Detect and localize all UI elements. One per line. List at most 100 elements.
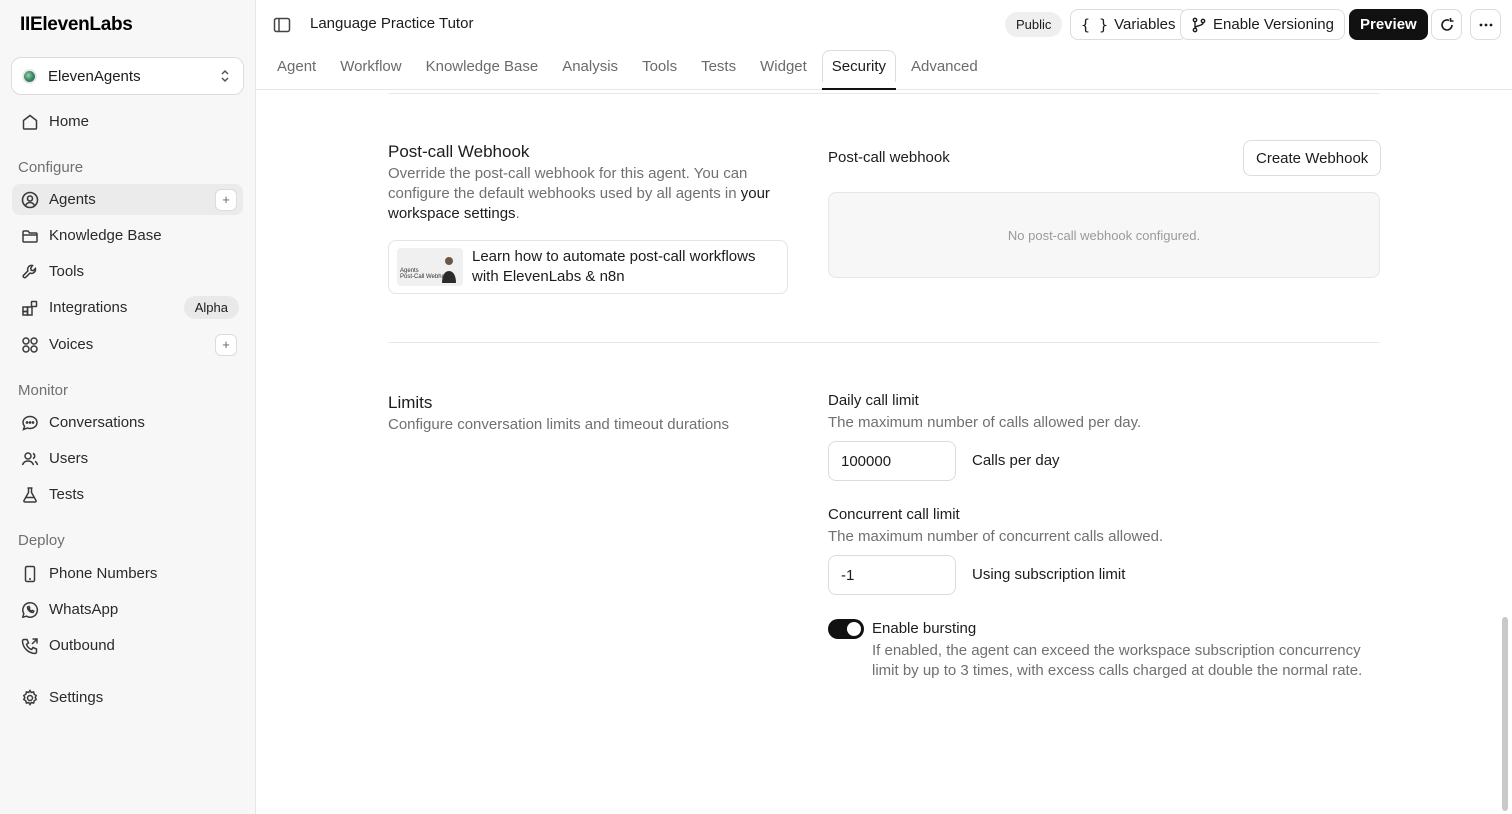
tab-tools[interactable]: Tools <box>633 50 686 82</box>
workspace-avatar <box>22 68 37 84</box>
versioning-label: Enable Versioning <box>1213 16 1334 33</box>
tab-agent[interactable]: Agent <box>268 50 325 82</box>
sidebar-item-whatsapp[interactable]: WhatsApp <box>12 594 243 625</box>
empty-state-text: No post-call webhook configured. <box>1007 227 1201 243</box>
preview-button[interactable]: Preview <box>1349 9 1428 40</box>
toggle-knob <box>847 622 861 636</box>
top-header: Language Practice Tutor Public { } Varia… <box>256 0 1512 90</box>
braces-icon: { } <box>1081 15 1109 34</box>
sidebar-item-label: Knowledge Base <box>49 227 162 244</box>
sidebar-item-agents[interactable]: Agents + <box>12 184 243 215</box>
sidebar-item-integrations[interactable]: Integrations Alpha <box>12 292 243 323</box>
sidebar-item-label: WhatsApp <box>49 601 119 618</box>
section-configure: Configure <box>18 159 84 176</box>
elevenlabs-logo[interactable]: IIElevenLabs <box>20 14 133 36</box>
webhook-section-description: Override the post-call webhook for this … <box>388 164 788 224</box>
sidebar-item-label: Home <box>49 113 90 130</box>
variables-button[interactable]: { } Variables <box>1070 9 1187 40</box>
preview-label: Preview <box>1360 16 1417 33</box>
learn-webhooks-card[interactable]: Agents Post-Call Webhooks Learn how to a… <box>388 240 788 294</box>
chat-bubble-icon <box>22 415 38 431</box>
webhook-desc-text: Override the post-call webhook for this … <box>388 165 748 202</box>
more-options-button[interactable] <box>1470 9 1501 40</box>
sidebar-item-label: Voices <box>49 336 94 353</box>
sidebar-item-settings[interactable]: Settings <box>12 682 243 713</box>
sidebar-toggle-icon[interactable] <box>272 15 292 35</box>
refresh-button[interactable] <box>1431 9 1462 40</box>
sidebar-item-home[interactable]: Home <box>12 106 243 137</box>
more-horizontal-icon <box>1479 23 1492 26</box>
workspace-name: ElevenAgents <box>48 67 141 85</box>
sidebar-item-tools[interactable]: Tools <box>12 256 243 287</box>
users-icon <box>21 451 39 465</box>
workspace-switcher[interactable]: ElevenAgents <box>11 57 244 95</box>
section-divider <box>388 90 1380 94</box>
sidebar-item-phone-numbers[interactable]: Phone Numbers <box>12 558 243 589</box>
blocks-icon <box>22 300 38 316</box>
chat-refresh-icon <box>1440 17 1453 31</box>
enable-versioning-button[interactable]: Enable Versioning <box>1180 9 1345 40</box>
limits-section-description: Configure conversation limits and timeou… <box>388 416 730 433</box>
tab-analysis[interactable]: Analysis <box>553 50 627 82</box>
webhook-desc-end: . <box>515 205 520 222</box>
sidebar-item-users[interactable]: Users <box>12 443 243 474</box>
voices-grid-icon <box>22 336 38 353</box>
video-thumbnail: Agents Post-Call Webhooks <box>397 248 463 286</box>
sidebar-item-label: Outbound <box>49 637 115 654</box>
tab-widget[interactable]: Widget <box>751 50 816 82</box>
concurrent-call-limit-help: The maximum number of concurrent calls a… <box>828 528 1164 545</box>
alpha-badge: Alpha <box>183 296 239 319</box>
sidebar-item-conversations[interactable]: Conversations <box>12 407 243 438</box>
learn-card-text: Learn how to automate post-call workflow… <box>472 248 756 285</box>
enable-bursting-help: If enabled, the agent can exceed the wor… <box>872 642 1363 679</box>
add-agent-button[interactable]: + <box>215 188 237 211</box>
phone-outgoing-icon <box>21 637 38 654</box>
sidebar-item-label: Conversations <box>49 414 145 431</box>
sidebar-item-label: Integrations <box>49 299 128 316</box>
sidebar-item-label: Tools <box>49 263 85 280</box>
concurrent-call-limit-label: Concurrent call limit <box>828 506 960 523</box>
tab-tests[interactable]: Tests <box>692 50 745 82</box>
tab-security[interactable]: Security <box>821 50 897 90</box>
sidebar-item-label: Tests <box>49 486 85 503</box>
daily-call-limit-label: Daily call limit <box>828 392 919 409</box>
user-circle-icon <box>21 191 39 208</box>
concurrent-call-limit-input[interactable]: -1 <box>828 555 956 595</box>
sidebar: IIElevenLabs ElevenAgents Home Configure… <box>0 0 256 814</box>
post-call-webhook-label: Post-call webhook <box>828 149 950 166</box>
scrollbar-thumb[interactable] <box>1502 617 1508 811</box>
sidebar-item-label: Agents <box>49 191 96 208</box>
section-divider <box>388 342 1380 343</box>
agent-title: Language Practice Tutor <box>310 15 474 32</box>
section-deploy: Deploy <box>18 532 65 549</box>
tab-knowledge-base[interactable]: Knowledge Base <box>417 50 548 82</box>
sidebar-item-label: Users <box>49 450 89 467</box>
sidebar-item-label: Settings <box>49 689 104 706</box>
webhook-section-title: Post-call Webhook <box>388 142 530 161</box>
phone-device-icon <box>24 565 36 582</box>
section-monitor: Monitor <box>18 382 69 399</box>
sidebar-item-knowledge-base[interactable]: Knowledge Base <box>12 220 243 251</box>
tab-advanced[interactable]: Advanced <box>902 50 987 82</box>
sidebar-item-voices[interactable]: Voices + <box>12 329 243 360</box>
add-voice-button[interactable]: + <box>215 333 237 356</box>
sidebar-item-tests[interactable]: Tests <box>12 479 243 510</box>
daily-call-limit-help: The maximum number of calls allowed per … <box>828 414 1142 431</box>
limits-section-title: Limits <box>388 393 433 412</box>
create-webhook-button[interactable]: Create Webhook <box>1243 140 1382 176</box>
concurrent-limit-status: Using subscription limit <box>972 566 1126 583</box>
enable-bursting-toggle[interactable] <box>828 619 864 639</box>
folder-icon <box>22 229 38 243</box>
sidebar-item-outbound[interactable]: Outbound <box>12 630 243 661</box>
enable-bursting-label: Enable bursting <box>872 620 977 637</box>
sidebar-item-label: Phone Numbers <box>49 565 158 582</box>
git-branch-icon <box>1192 17 1206 32</box>
wrench-icon <box>22 264 37 278</box>
daily-call-limit-input[interactable]: 100000 <box>828 441 956 481</box>
daily-limit-unit: Calls per day <box>972 452 1060 469</box>
whatsapp-icon <box>21 601 39 618</box>
tab-workflow[interactable]: Workflow <box>331 50 410 82</box>
agent-tabs: Agent Workflow Knowledge Base Analysis T… <box>268 50 993 90</box>
visibility-badge: Public <box>1005 12 1063 37</box>
flask-icon <box>23 486 37 503</box>
